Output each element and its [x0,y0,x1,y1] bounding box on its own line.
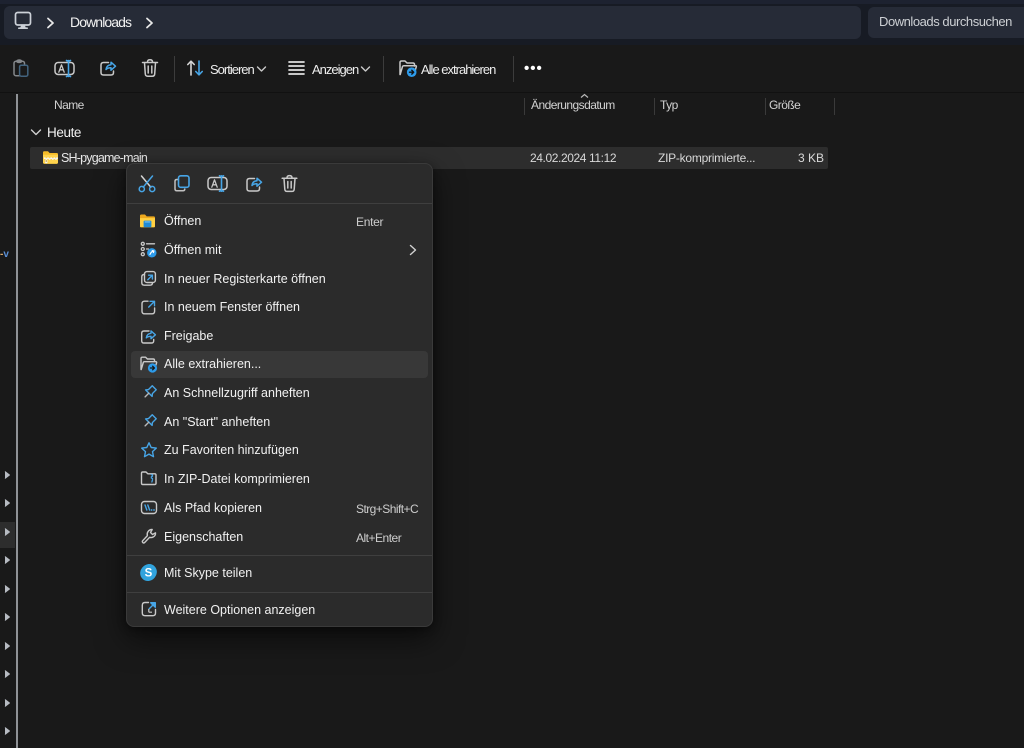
svg-text:S: S [145,568,153,580]
